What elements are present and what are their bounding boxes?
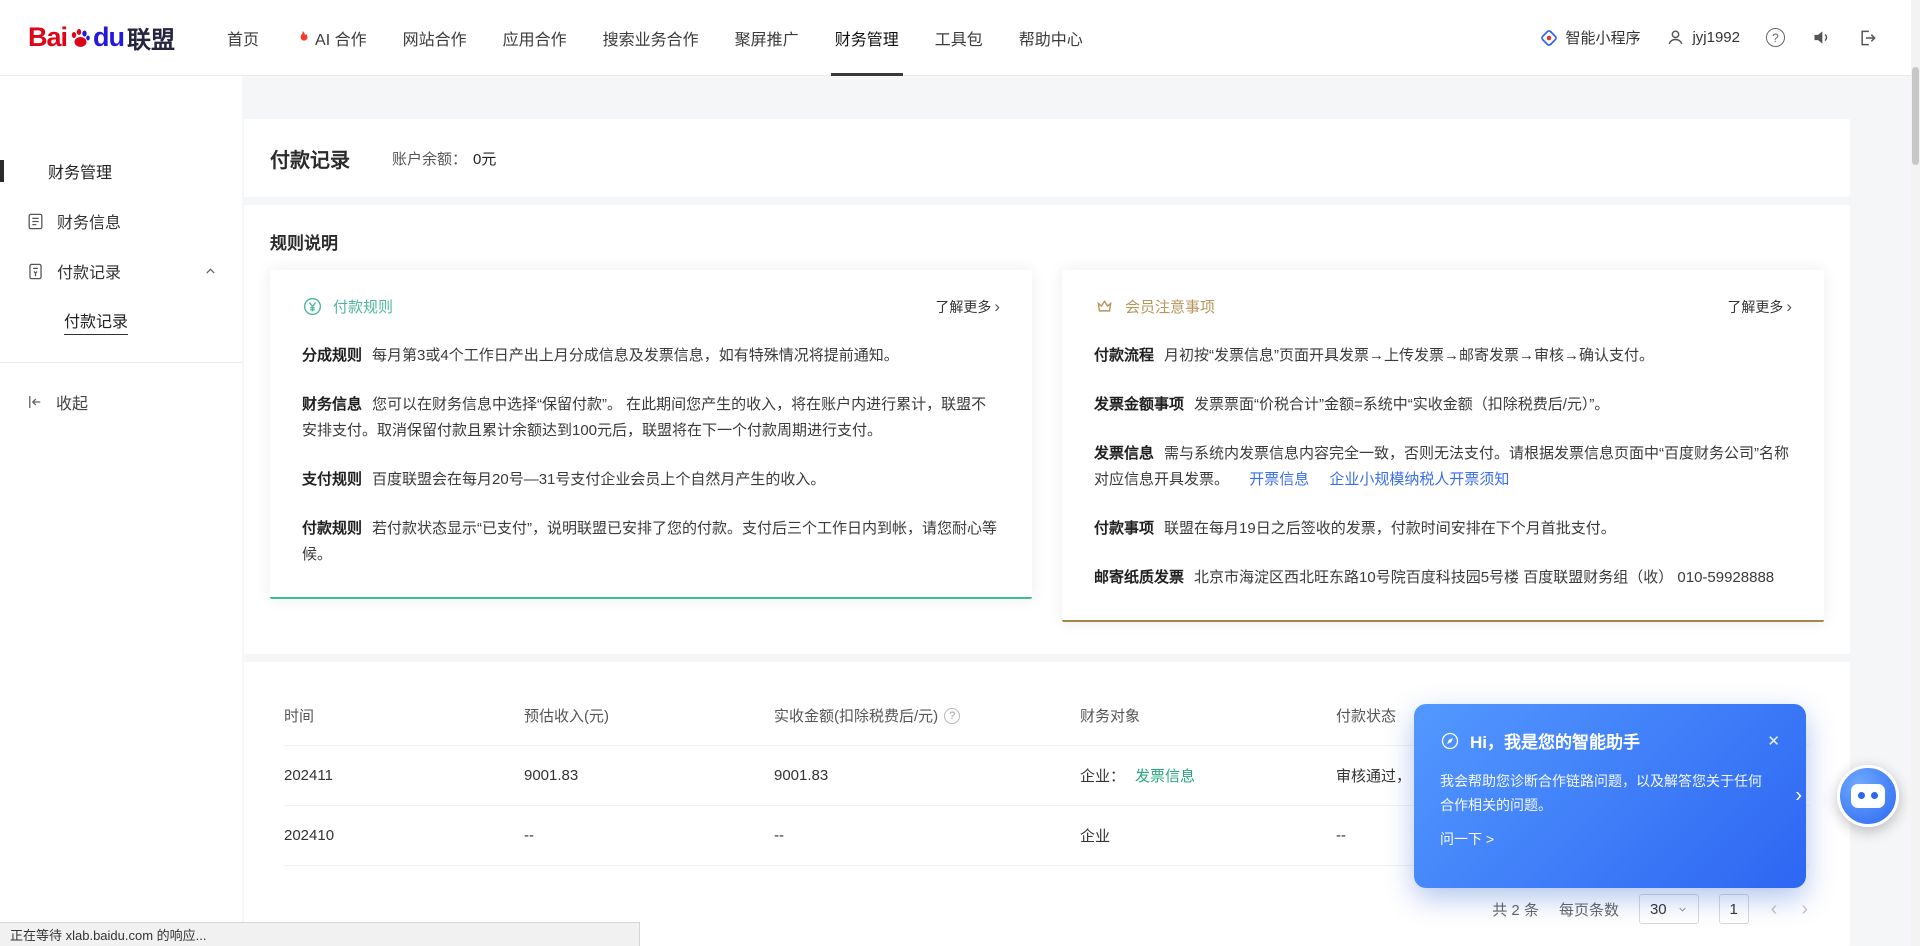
question-circle-icon[interactable]: ? [944, 708, 960, 724]
col-header-estimated-income: 预估收入(元) [524, 705, 774, 726]
sidebar-item-payment-records[interactable]: 付款记录 [0, 246, 242, 296]
scrollbar-track[interactable] [1911, 0, 1920, 946]
collapse-chevron-icon[interactable]: › [1795, 785, 1802, 808]
sidebar: 财务管理 财务信息 付款记录 付款记录 收起 [0, 76, 242, 946]
balance-value: 0元 [473, 151, 496, 168]
sidebar-divider [0, 362, 242, 363]
per-page-select[interactable]: 30 [1639, 894, 1699, 924]
user-icon [1666, 28, 1685, 47]
compass-icon [1440, 731, 1460, 751]
col-header-finance-target: 财务对象 [1080, 705, 1336, 726]
balance-label: 账户余额： [392, 151, 467, 168]
cell-actual: -- [774, 827, 1080, 844]
chevron-up-icon [203, 264, 218, 279]
rule-item: 付款流程月初按“发票信息”页面开具发票→上传发票→邮寄发票→审核→确认支付。 [1094, 343, 1792, 369]
assistant-title: Hi，我是您的智能助手 [1470, 728, 1640, 753]
rules-title: 规则说明 [270, 229, 1824, 254]
per-page-label: 每页条数 [1559, 899, 1619, 920]
nav-item-ai-cooperation[interactable]: AI 合作 [277, 0, 385, 76]
member-notes-card: 会员注意事项 了解更多› 付款流程月初按“发票信息”页面开具发票→上传发票→邮寄… [1062, 270, 1824, 622]
rule-item: 付款规则若付款状态显示“已支付”，说明联盟已安排了您的付款。支付后三个工作日内到… [302, 516, 1000, 568]
username: jyj1992 [1692, 29, 1740, 46]
next-page-icon[interactable]: › [1799, 899, 1810, 919]
fire-icon [295, 29, 310, 46]
sidebar-item-finance-info[interactable]: 财务信息 [0, 196, 242, 246]
logo-text-union: 联盟 [127, 20, 175, 55]
small-taxpayer-notice-link[interactable]: 企业小规模纳税人开票须知 [1329, 471, 1509, 488]
nav-item-screen-promotion[interactable]: 聚屏推广 [717, 0, 817, 76]
payment-rules-icon [302, 296, 323, 317]
sidebar-collapse-button[interactable]: 收起 [0, 379, 242, 425]
nav-item-help-center[interactable]: 帮助中心 [1001, 0, 1101, 76]
page-title: 付款记录 [270, 144, 350, 173]
col-header-actual-amount: 实收金额(扣除税费后/元) ? [774, 705, 1080, 726]
cell-estimated: -- [524, 827, 774, 844]
cell-actual: 9001.83 [774, 767, 1080, 784]
logo-text-bai: Bai [28, 22, 67, 53]
rules-section: 规则说明 付款规则 了解更多› 分成规则每月第3或4个工作日产出上月分成信息及发… [244, 205, 1850, 654]
rule-item: 财务信息您可以在财务信息中选择“保留付款”。 在此期间您产生的收入，将在账户内进… [302, 392, 1000, 444]
nav-item-home[interactable]: 首页 [209, 0, 277, 76]
announcement-speaker-icon[interactable] [1811, 27, 1832, 48]
col-header-time: 时间 [284, 705, 524, 726]
rule-item: 发票信息需与系统内发票信息内容完全一致，否则无法支付。请根据发票信息页面中“百度… [1094, 441, 1792, 493]
chevron-right-icon: › [1786, 298, 1792, 315]
chevron-right-icon: › [994, 298, 1000, 315]
current-page-button[interactable]: 1 [1719, 894, 1749, 924]
rule-item: 发票金额事项发票票面“价税合计”金额=系统中“实收金额（扣除税费后/元）”。 [1094, 392, 1792, 418]
nav-item-finance-management[interactable]: 财务管理 [817, 0, 917, 76]
miniprogram-entry[interactable]: 智能小程序 [1540, 27, 1640, 48]
invoice-info-link[interactable]: 开票信息 [1249, 471, 1309, 488]
cell-time: 202411 [284, 767, 524, 784]
assistant-robot-avatar[interactable] [1837, 765, 1899, 827]
nav-item-website-cooperation[interactable]: 网站合作 [385, 0, 485, 76]
sidebar-section-finance-management[interactable]: 财务管理 [0, 146, 242, 196]
prev-page-icon[interactable]: ‹ [1769, 899, 1780, 919]
close-icon[interactable]: ✕ [1767, 732, 1780, 750]
status-text: 正在等待 xlab.baidu.com 的响应... [10, 925, 207, 944]
collapse-icon [26, 393, 44, 411]
logout-icon[interactable] [1858, 28, 1878, 48]
member-notes-icon [1094, 296, 1115, 317]
main-menu: 首页 AI 合作 网站合作 应用合作 搜索业务合作 聚屏推广 财务管理 工具包 … [209, 0, 1101, 76]
ask-now-link[interactable]: 问一下 > [1440, 829, 1780, 849]
rule-item: 邮寄纸质发票北京市海淀区西北旺东路10号院百度科技园5号楼 百度联盟财务组（收）… [1094, 565, 1792, 591]
payment-rules-card: 付款规则 了解更多› 分成规则每月第3或4个工作日产出上月分成信息及发票信息，如… [270, 270, 1032, 599]
payment-rules-more-link[interactable]: 了解更多› [935, 297, 1000, 317]
assistant-popup: Hi，我是您的智能助手 ✕ 我会帮助您诊断合作链路问题，以及解答您关于任何合作相… [1414, 704, 1806, 888]
miniprogram-logo-icon [1540, 29, 1558, 47]
payment-rules-title: 付款规则 [333, 296, 393, 317]
robot-face-icon [1851, 784, 1885, 808]
nav-right-cluster: 智能小程序 jyj1992 ? [1540, 27, 1878, 48]
rule-item: 支付规则百度联盟会在每月20号—31号支付企业会员上个自然月产生的收入。 [302, 467, 1000, 493]
nav-item-toolkit[interactable]: 工具包 [917, 0, 1001, 76]
scrollbar-thumb[interactable] [1912, 67, 1919, 165]
cell-finance-target: 企业： 发票信息 [1080, 765, 1336, 786]
browser-status-bar: 正在等待 xlab.baidu.com 的响应... [0, 922, 640, 946]
rule-item: 付款事项联盟在每月19日之后签收的发票，付款时间安排在下个月首批支付。 [1094, 516, 1792, 542]
nav-item-app-cooperation[interactable]: 应用合作 [485, 0, 585, 76]
payment-records-icon [26, 262, 45, 281]
assistant-message: 我会帮助您诊断合作链路问题，以及解答您关于任何合作相关的问题。 [1440, 769, 1770, 817]
chevron-down-icon [1677, 904, 1688, 915]
rule-item: 分成规则每月第3或4个工作日产出上月分成信息及发票信息，如有特殊情况将提前通知。 [302, 343, 1000, 369]
user-account[interactable]: jyj1992 [1666, 28, 1740, 47]
cell-estimated: 9001.83 [524, 767, 774, 784]
baidu-paw-icon [68, 26, 92, 50]
invoice-info-table-link[interactable]: 发票信息 [1135, 765, 1195, 786]
finance-info-icon [26, 212, 45, 231]
account-balance: 账户余额： 0元 [392, 148, 496, 169]
top-navigation: Bai du 联盟 首页 AI 合作 网站合作 应用合作 搜索业务合作 聚屏推广… [0, 0, 1920, 76]
nav-item-search-business[interactable]: 搜索业务合作 [585, 0, 717, 76]
sidebar-subitem-payment-records[interactable]: 付款记录 [0, 296, 242, 346]
page-header: 付款记录 账户余额： 0元 [244, 119, 1850, 197]
logo-text-du: du [93, 22, 124, 53]
cell-time: 202410 [284, 827, 524, 844]
cell-finance-target: 企业 [1080, 825, 1336, 846]
baidu-union-logo[interactable]: Bai du 联盟 [28, 20, 175, 55]
member-notes-title: 会员注意事项 [1125, 296, 1215, 317]
total-count: 共 2 条 [1492, 899, 1539, 920]
member-notes-more-link[interactable]: 了解更多› [1727, 297, 1792, 317]
help-icon[interactable]: ? [1766, 28, 1785, 47]
